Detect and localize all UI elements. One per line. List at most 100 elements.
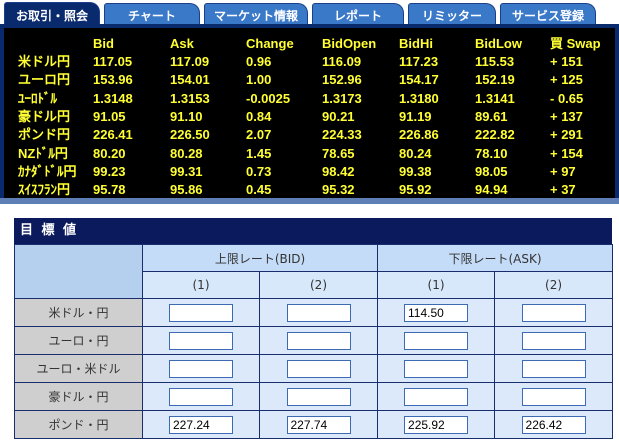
target-cell xyxy=(377,298,496,327)
target-rate-input[interactable] xyxy=(521,303,586,322)
table-row: ユーロ・米ドル xyxy=(14,354,614,383)
rate-row-currency: NZﾄﾞﾙ円 xyxy=(18,145,68,161)
rate-change: 1.45 xyxy=(246,145,272,161)
target-rate-input[interactable] xyxy=(521,359,586,378)
rate-row-currency: ﾕｰﾛﾄﾞﾙ xyxy=(18,90,57,106)
target-values-table: 上限レート(BID) 下限レート(ASK) (1) (2) (1) (2) 米ド… xyxy=(14,244,614,439)
target-rate-input[interactable] xyxy=(404,331,469,350)
row-label: ポンド・円 xyxy=(14,410,143,439)
target-cell xyxy=(142,382,260,411)
rate-bid: 1.3148 xyxy=(93,90,133,106)
target-rate-input[interactable] xyxy=(286,415,351,434)
rate-bid: 226.41 xyxy=(93,127,133,143)
target-rate-input[interactable] xyxy=(286,331,351,350)
tab-service-registration[interactable]: サービス登録 xyxy=(500,3,596,26)
target-cell xyxy=(494,410,614,439)
tab-report[interactable]: レポート xyxy=(312,3,404,26)
target-cell xyxy=(142,326,260,355)
target-cell xyxy=(258,382,379,411)
row-label: 米ドル・円 xyxy=(14,298,143,327)
target-rate-input[interactable] xyxy=(169,415,233,434)
rate-hi: 80.24 xyxy=(399,145,432,161)
rate-swap: + 125 xyxy=(550,72,583,88)
row-label: ユーロ・円 xyxy=(14,326,143,355)
rate-low: 78.10 xyxy=(475,145,508,161)
rate-change: 2.07 xyxy=(246,127,272,143)
rate-low: 1.3141 xyxy=(475,90,515,106)
rate-ask: 154.01 xyxy=(170,72,210,88)
rate-low: 94.94 xyxy=(475,182,508,198)
header-swap: 買 Swap xyxy=(550,36,601,51)
section-title: 目 標 値 xyxy=(14,218,612,244)
rate-ask: 91.10 xyxy=(170,108,203,124)
rate-row-currency: 米ドル円 xyxy=(18,54,71,69)
rate-low: 98.05 xyxy=(475,163,508,179)
table-corner xyxy=(14,244,143,299)
target-rate-input[interactable] xyxy=(169,303,233,322)
header-bid: Bid xyxy=(93,36,114,51)
target-cell xyxy=(258,326,379,355)
rate-hi: 117.23 xyxy=(399,54,439,69)
tab-bar: お取引・照会 チャート マーケット情報 レポート リミッター サービス登録 xyxy=(0,0,619,28)
rate-bid: 99.23 xyxy=(93,163,126,179)
rate-board: Bid Ask Change BidOpen BidHi BidLow 買 Sw… xyxy=(0,28,619,198)
target-rate-input[interactable] xyxy=(404,303,469,322)
target-rate-input[interactable] xyxy=(169,359,233,378)
target-rate-input[interactable] xyxy=(521,331,586,350)
rate-bid: 153.96 xyxy=(93,72,133,88)
target-rate-input[interactable] xyxy=(169,387,233,406)
rate-ask: 80.28 xyxy=(170,145,203,161)
target-rate-input[interactable] xyxy=(404,415,469,434)
target-cell xyxy=(494,298,614,327)
rate-change: 0.96 xyxy=(246,54,272,69)
header-ask: Ask xyxy=(170,36,194,51)
header-bidhi: BidHi xyxy=(399,36,433,51)
target-rate-input[interactable] xyxy=(521,415,586,434)
target-rate-input[interactable] xyxy=(286,359,351,378)
rate-swap: + 151 xyxy=(550,54,583,69)
target-cell xyxy=(258,298,379,327)
header-change: Change xyxy=(246,36,294,51)
table-row: 米ドル・円 xyxy=(14,298,614,327)
target-rate-input[interactable] xyxy=(521,387,586,406)
target-cell xyxy=(142,298,260,327)
rate-bid: 117.05 xyxy=(93,54,133,69)
rate-change: 1.00 xyxy=(246,72,272,88)
target-rate-input[interactable] xyxy=(404,359,469,378)
rate-row-currency: ｽｲｽﾌﾗﾝ円 xyxy=(18,182,71,198)
rate-low: 115.53 xyxy=(475,54,515,69)
table-row: ユーロ・円 xyxy=(14,326,614,355)
rate-open: 95.32 xyxy=(322,182,355,198)
rate-ask: 226.50 xyxy=(170,127,210,143)
target-rate-input[interactable] xyxy=(404,387,469,406)
tab-market-info[interactable]: マーケット情報 xyxy=(204,3,308,26)
rate-swap: + 37 xyxy=(550,182,576,198)
rate-hi: 95.92 xyxy=(399,182,432,198)
lower-sub-1: (1) xyxy=(377,271,496,299)
rate-hi: 226.86 xyxy=(399,127,439,143)
upper-rate-header: 上限レート(BID) xyxy=(141,244,379,272)
table-row: ポンド・円 xyxy=(14,410,614,439)
rate-open: 152.96 xyxy=(322,72,362,88)
rate-hi: 154.17 xyxy=(399,72,439,88)
rate-change: 0.45 xyxy=(246,182,272,198)
rate-swap: + 291 xyxy=(550,127,583,143)
header-bidlow: BidLow xyxy=(475,36,522,51)
target-rows: 米ドル・円ユーロ・円ユーロ・米ドル豪ドル・円ポンド・円 xyxy=(14,298,614,439)
target-rate-input[interactable] xyxy=(286,387,351,406)
target-cell xyxy=(377,382,496,411)
tab-limiter[interactable]: リミッター xyxy=(408,3,496,26)
tab-chart[interactable]: チャート xyxy=(104,3,200,26)
target-cell xyxy=(258,354,379,383)
target-cell xyxy=(142,354,260,383)
rate-change: 0.73 xyxy=(246,163,272,179)
rate-low: 89.61 xyxy=(475,108,508,124)
rate-low: 222.82 xyxy=(475,127,515,143)
target-rate-input[interactable] xyxy=(286,303,351,322)
rate-swap: + 154 xyxy=(550,145,583,161)
header-bidopen: BidOpen xyxy=(322,36,377,51)
rate-ask: 117.09 xyxy=(170,54,210,69)
target-rate-input[interactable] xyxy=(169,331,233,350)
rate-ask: 99.31 xyxy=(170,163,203,179)
rate-change: -0.0025 xyxy=(246,90,291,106)
